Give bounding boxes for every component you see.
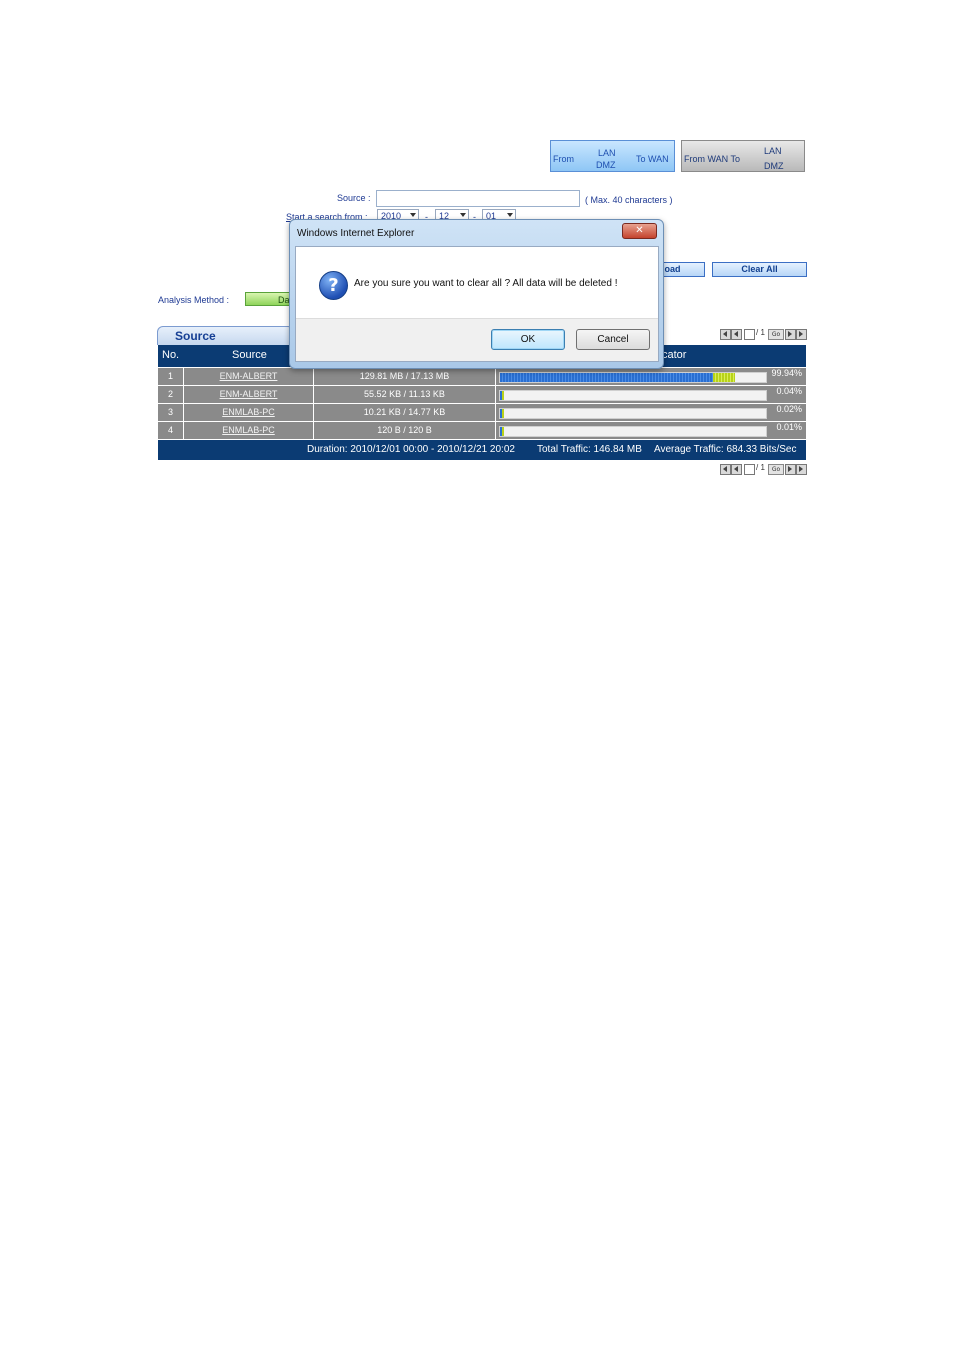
row-traffic: 120 B / 120 B xyxy=(314,422,496,439)
from-lan-dmz-to-wan-button[interactable]: From LAN DMZ To WAN xyxy=(550,140,675,172)
first-page-icon[interactable] xyxy=(720,464,731,475)
header-no: No. xyxy=(162,349,180,361)
row-traffic: 55.52 KB / 11.13 KB xyxy=(314,386,496,403)
prev-page-icon[interactable] xyxy=(731,464,742,475)
row-traffic: 129.81 MB / 17.13 MB xyxy=(314,368,496,385)
row-percent: 0.01% xyxy=(776,422,802,432)
traffic-bar xyxy=(499,426,767,437)
dmz-label: DMZ xyxy=(596,160,616,170)
tab-source[interactable]: Source xyxy=(157,326,294,345)
source-link[interactable]: ENM-ALBERT xyxy=(220,371,278,381)
first-page-icon[interactable] xyxy=(720,329,731,340)
traffic-bar-tip xyxy=(713,373,735,382)
row-percent: 0.02% xyxy=(776,404,802,414)
header-indicator: cator xyxy=(662,349,687,361)
from-label: From xyxy=(553,154,574,164)
page-total: / 1 xyxy=(756,328,765,337)
row-source: ENM-ALBERT xyxy=(184,386,314,403)
dialog-body: ? Are you sure you want to clear all ? A… xyxy=(295,246,659,362)
row-source: ENMLAB-PC xyxy=(184,404,314,421)
next-page-icon[interactable] xyxy=(785,464,796,475)
question-icon: ? xyxy=(319,271,348,300)
analysis-method-value: Da xyxy=(278,295,290,305)
clear-all-button[interactable]: Clear All xyxy=(712,262,807,277)
source-link[interactable]: ENMLAB-PC xyxy=(222,407,275,417)
prev-page-icon[interactable] xyxy=(731,329,742,340)
duration-text: Duration: 2010/12/01 00:00 - 2010/12/21 … xyxy=(307,444,515,455)
page-input[interactable] xyxy=(744,464,755,475)
row-percent: 99.94% xyxy=(771,368,802,378)
header-source: Source xyxy=(232,349,267,361)
traffic-bar-tip xyxy=(502,409,504,418)
pager-top: / 1 Go xyxy=(720,328,807,340)
page-input[interactable] xyxy=(744,329,755,340)
row-source: ENM-ALBERT xyxy=(184,368,314,385)
chevron-down-icon xyxy=(460,213,466,217)
average-traffic-text: Average Traffic: 684.33 Bits/Sec xyxy=(654,444,797,455)
source-label: Source : xyxy=(337,193,371,203)
total-traffic-text: Total Traffic: 146.84 MB xyxy=(537,444,642,455)
row-source: ENMLAB-PC xyxy=(184,422,314,439)
source-link[interactable]: ENMLAB-PC xyxy=(222,425,275,435)
dialog-title: Windows Internet Explorer xyxy=(297,228,415,239)
from-wan-to-lan-dmz-button[interactable]: From WAN To LAN DMZ xyxy=(681,140,805,172)
dialog-message: Are you sure you want to clear all ? All… xyxy=(354,278,618,289)
traffic-bar-tip xyxy=(502,427,504,436)
close-icon[interactable]: ✕ xyxy=(622,223,657,239)
ok-button[interactable]: OK xyxy=(491,329,565,350)
max-characters-hint: ( Max. 40 characters ) xyxy=(585,195,673,205)
next-page-icon[interactable] xyxy=(785,329,796,340)
traffic-bar xyxy=(499,408,767,419)
traffic-bar xyxy=(499,390,767,401)
last-page-icon[interactable] xyxy=(796,329,807,340)
dmz-label: DMZ xyxy=(764,161,784,171)
to-wan-label: To WAN xyxy=(636,154,669,164)
table-footer: Duration: 2010/12/01 00:00 - 2010/12/21 … xyxy=(158,440,806,460)
traffic-bar-fill xyxy=(500,373,713,382)
from-wan-to-label: From WAN To xyxy=(684,154,741,164)
traffic-bar-tip xyxy=(502,391,504,400)
row-percent: 0.04% xyxy=(776,386,802,396)
go-button[interactable]: Go xyxy=(768,329,784,340)
source-input[interactable] xyxy=(376,190,580,207)
chevron-down-icon xyxy=(507,213,513,217)
row-no: 4 xyxy=(158,422,184,439)
pager-bottom: / 1 Go xyxy=(720,463,807,475)
row-no: 3 xyxy=(158,404,184,421)
table-row: 2 ENM-ALBERT 55.52 KB / 11.13 KB 0.04% xyxy=(158,386,806,403)
row-no: 2 xyxy=(158,386,184,403)
tab-source-label: Source xyxy=(175,329,216,343)
confirm-dialog: Windows Internet Explorer ✕ ? Are you su… xyxy=(289,219,664,369)
analysis-method-button[interactable]: Da xyxy=(245,292,295,306)
source-link[interactable]: ENM-ALBERT xyxy=(220,389,278,399)
lan-label: LAN xyxy=(764,146,782,156)
row-no: 1 xyxy=(158,368,184,385)
analysis-method-label: Analysis Method : xyxy=(158,295,230,305)
table-row: 1 ENM-ALBERT 129.81 MB / 17.13 MB 99.94% xyxy=(158,368,806,385)
cancel-button[interactable]: Cancel xyxy=(576,329,650,350)
go-button[interactable]: Go xyxy=(768,464,784,475)
dialog-button-bar: OK Cancel xyxy=(296,318,658,361)
last-page-icon[interactable] xyxy=(796,464,807,475)
row-traffic: 10.21 KB / 14.77 KB xyxy=(314,404,496,421)
chevron-down-icon xyxy=(410,213,416,217)
traffic-bar xyxy=(499,372,767,383)
table-row: 4 ENMLAB-PC 120 B / 120 B 0.01% xyxy=(158,422,806,439)
page-total: / 1 xyxy=(756,463,765,472)
table-row: 3 ENMLAB-PC 10.21 KB / 14.77 KB 0.02% xyxy=(158,404,806,421)
lan-label: LAN xyxy=(598,148,616,158)
